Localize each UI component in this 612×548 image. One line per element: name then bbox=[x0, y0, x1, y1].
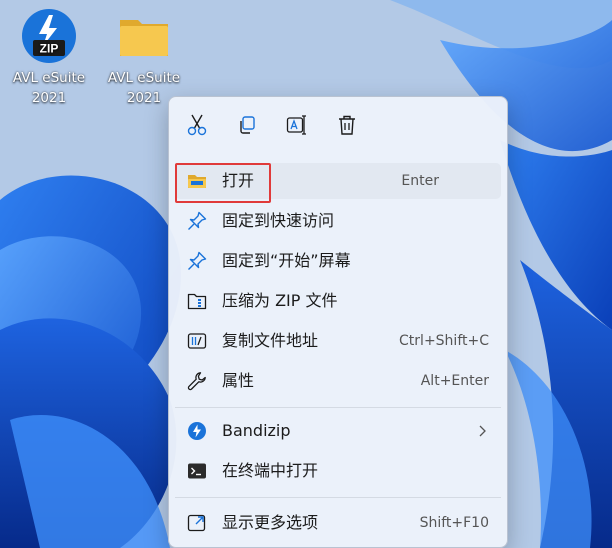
folder-icon bbox=[114, 6, 174, 66]
menu-item-properties[interactable]: 属性 Alt+Enter bbox=[175, 363, 501, 399]
menu-item-label: 固定到“开始”屏幕 bbox=[222, 251, 351, 270]
wrench-icon bbox=[187, 372, 206, 391]
menu-item-bandizip[interactable]: Bandizip bbox=[175, 413, 501, 449]
copy-icon bbox=[240, 116, 255, 134]
menu-item-label: 在终端中打开 bbox=[222, 461, 319, 480]
menu-item-compress-zip[interactable]: 压缩为 ZIP 文件 bbox=[175, 283, 501, 319]
menu-item-shortcut: Ctrl+Shift+C bbox=[399, 333, 489, 349]
rename-button[interactable] bbox=[283, 111, 311, 139]
svg-text:ZIP: ZIP bbox=[40, 42, 59, 56]
menu-item-label: 显示更多选项 bbox=[222, 513, 319, 532]
zip-folder-icon bbox=[187, 293, 207, 310]
menu-separator bbox=[175, 497, 501, 498]
copy-path-icon bbox=[187, 333, 207, 349]
terminal-icon bbox=[188, 463, 206, 479]
desktop-icon-avl-esuite-folder[interactable]: AVL eSuite 2021 bbox=[101, 6, 187, 108]
menu-item-show-more-options[interactable]: 显示更多选项 Shift+F10 bbox=[175, 505, 501, 541]
menu-item-open-in-terminal[interactable]: 在终端中打开 bbox=[175, 453, 501, 489]
pin-icon bbox=[188, 251, 207, 270]
scissors-icon bbox=[187, 114, 207, 136]
menu-item-copy-path[interactable]: 复制文件地址 Ctrl+Shift+C bbox=[175, 323, 501, 359]
copy-button[interactable] bbox=[233, 111, 261, 139]
desktop-icon-avl-esuite-zip[interactable]: ZIP AVL eSuite 2021 bbox=[6, 6, 92, 108]
desktop-icon-label: AVL eSuite 2021 bbox=[12, 70, 86, 106]
trash-icon bbox=[339, 115, 355, 135]
menu-item-label: 固定到快速访问 bbox=[222, 211, 335, 230]
menu-item-label: 压缩为 ZIP 文件 bbox=[222, 291, 338, 310]
menu-item-label: 属性 bbox=[222, 371, 255, 390]
menu-item-shortcut: Shift+F10 bbox=[419, 515, 489, 531]
open-item-highlight-box bbox=[175, 163, 271, 203]
zip-app-icon: ZIP bbox=[19, 6, 79, 66]
menu-item-label: Bandizip bbox=[222, 421, 291, 440]
desktop: ZIP AVL eSuite 2021 AVL eSuite 2021 打开 E… bbox=[0, 0, 612, 548]
rename-icon bbox=[286, 115, 306, 135]
menu-item-pin-quick-access[interactable]: 固定到快速访问 bbox=[175, 203, 501, 239]
menu-item-label: 复制文件地址 bbox=[222, 331, 319, 350]
more-options-icon bbox=[187, 514, 206, 532]
menu-item-pin-start[interactable]: 固定到“开始”屏幕 bbox=[175, 243, 501, 279]
menu-separator bbox=[175, 407, 501, 408]
context-menu-toolbar bbox=[169, 97, 507, 155]
menu-item-shortcut: Enter bbox=[401, 173, 439, 189]
menu-item-shortcut: Alt+Enter bbox=[420, 373, 489, 389]
cut-button[interactable] bbox=[183, 111, 211, 139]
pin-icon bbox=[188, 211, 207, 230]
bandizip-icon bbox=[188, 422, 206, 440]
chevron-right-icon bbox=[479, 425, 486, 437]
delete-button[interactable] bbox=[333, 111, 361, 139]
